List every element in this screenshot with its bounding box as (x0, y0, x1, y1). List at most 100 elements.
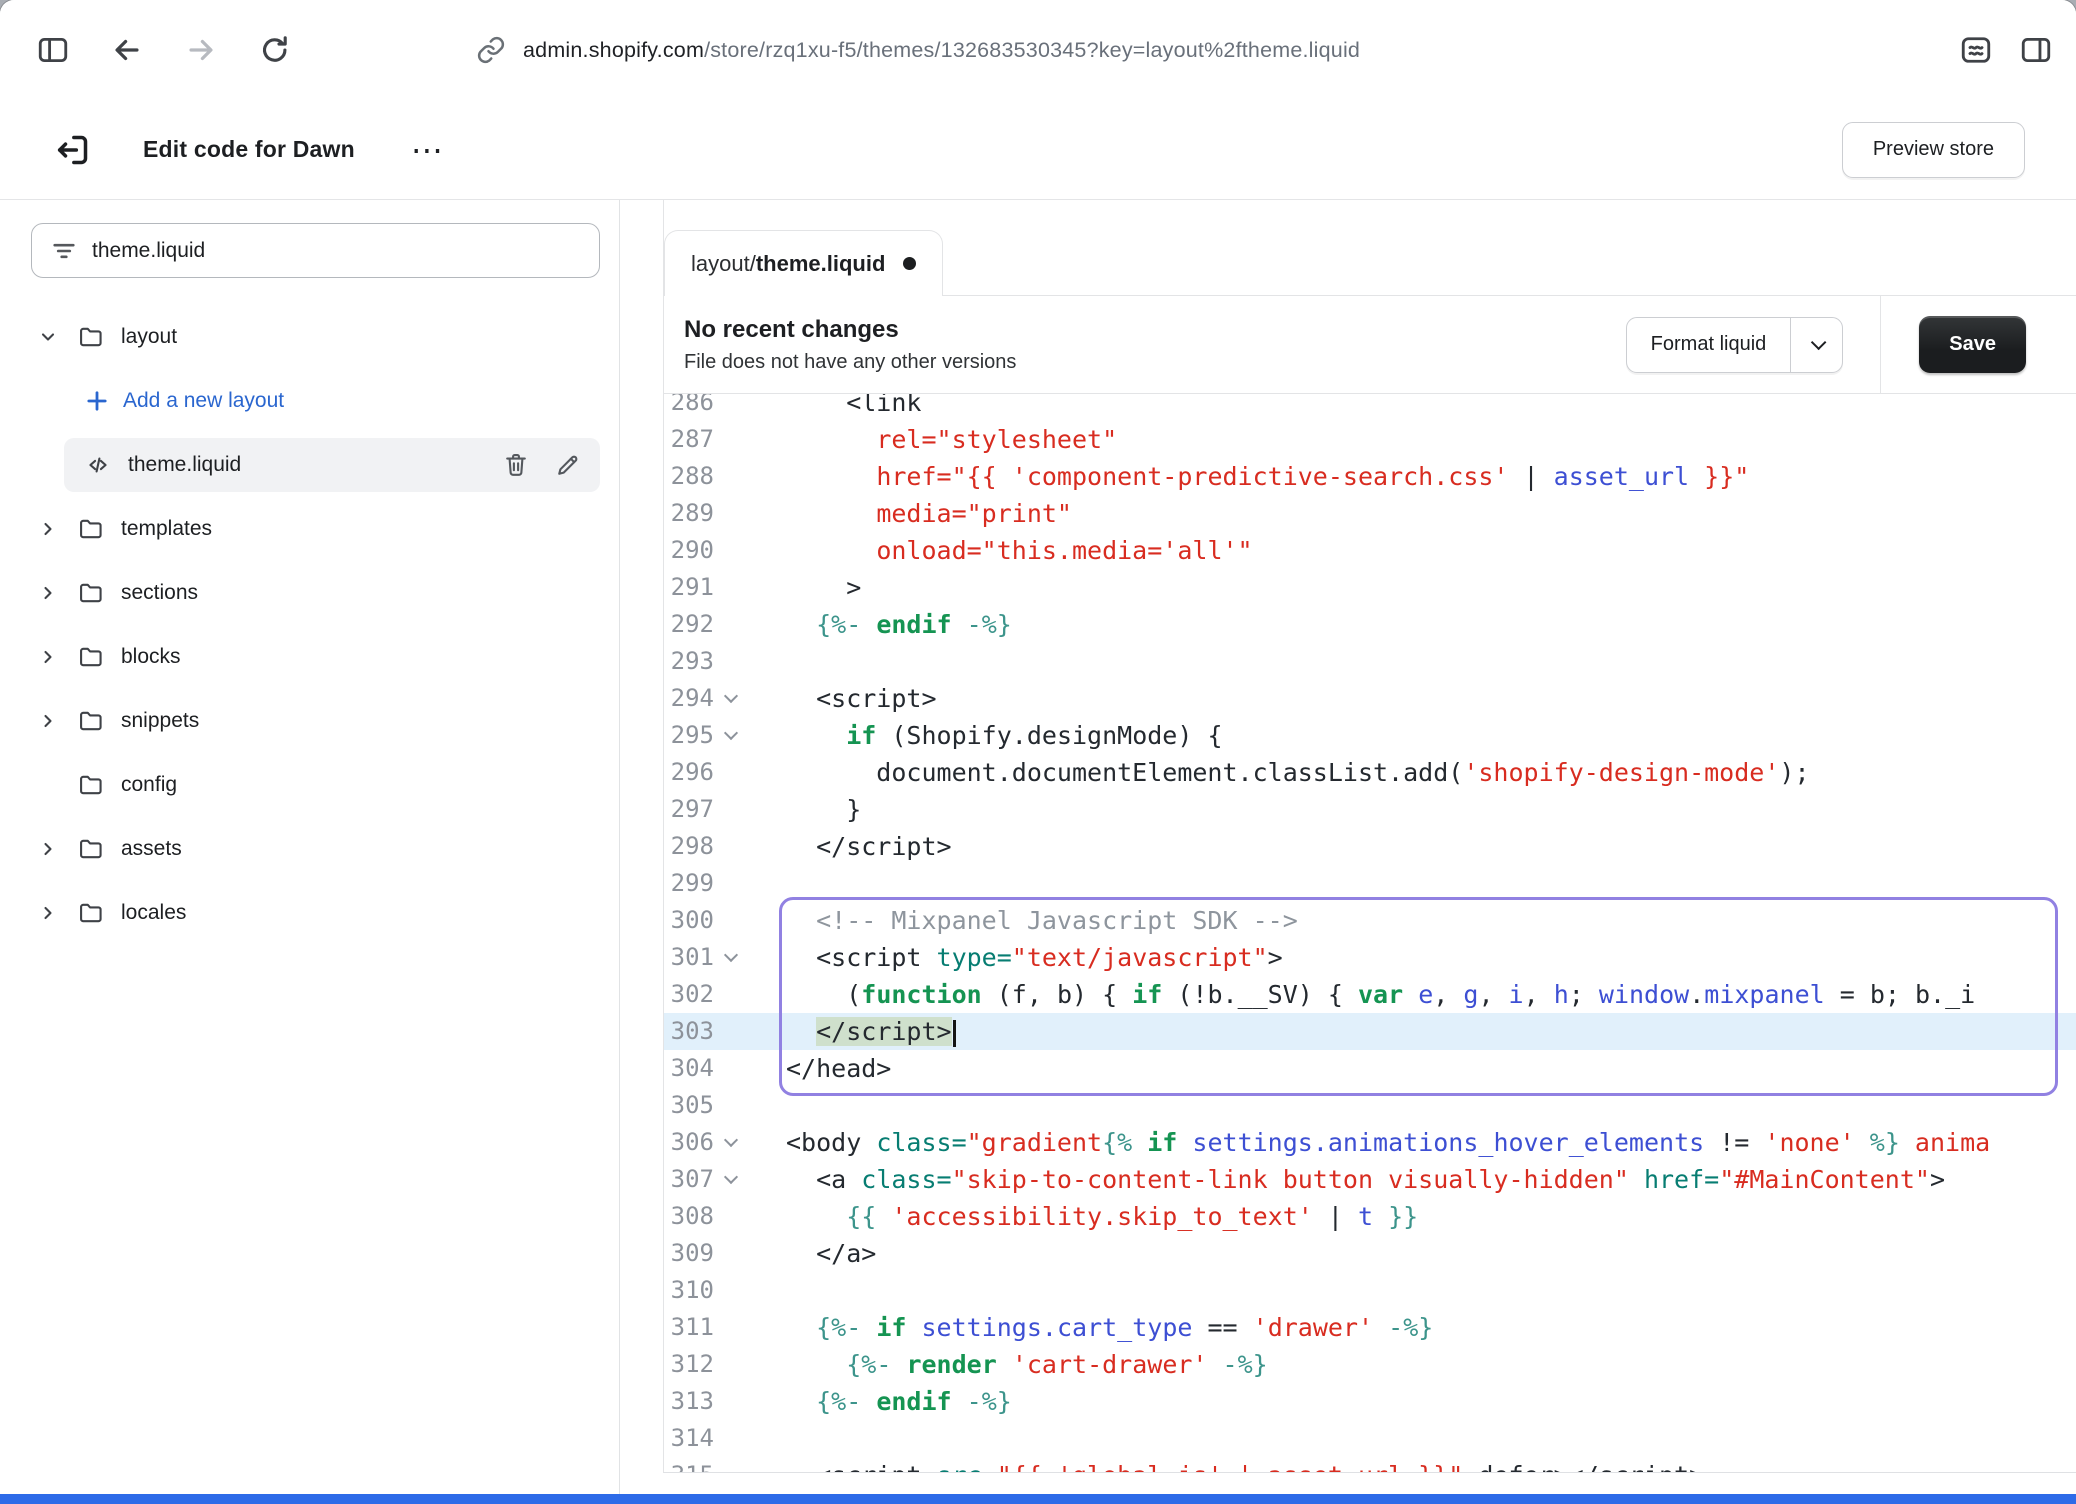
side-panel-icon[interactable] (2018, 32, 2054, 68)
sidebar-folder-snippets[interactable]: snippets (31, 694, 600, 748)
fold-gutter[interactable] (714, 1420, 786, 1457)
fold-gutter[interactable] (714, 865, 786, 902)
fold-gutter[interactable] (714, 1087, 786, 1124)
code-line[interactable]: 314 (664, 1420, 2076, 1457)
code-line[interactable]: 291 > (664, 569, 2076, 606)
fold-gutter[interactable] (714, 1272, 786, 1309)
code-line[interactable]: 309 </a> (664, 1235, 2076, 1272)
fold-gutter[interactable] (714, 1198, 786, 1235)
fold-gutter[interactable] (714, 1346, 786, 1383)
fold-gutter[interactable] (714, 939, 786, 976)
sidebar-folder-layout[interactable]: layout (31, 310, 600, 364)
extensions-icon[interactable] (1958, 32, 1994, 68)
fold-gutter[interactable] (714, 495, 786, 532)
code-line[interactable]: 294 <script> (664, 680, 2076, 717)
fold-gutter[interactable] (714, 680, 786, 717)
code-line[interactable]: 290 onload="this.media='all'" (664, 532, 2076, 569)
fold-gutter[interactable] (714, 976, 786, 1013)
chevron-down-icon[interactable] (36, 325, 60, 349)
sidebar-folder-blocks[interactable]: blocks (31, 630, 600, 684)
code-line[interactable]: 307 <a class="skip-to-content-link butto… (664, 1161, 2076, 1198)
format-liquid-button[interactable]: Format liquid (1626, 317, 1844, 373)
code-line[interactable]: 292 {%- endif -%} (664, 606, 2076, 643)
fold-gutter[interactable] (714, 394, 786, 421)
fold-gutter[interactable] (714, 791, 786, 828)
chevron-right-icon[interactable] (36, 901, 60, 925)
fold-gutter[interactable] (714, 1235, 786, 1272)
reload-icon[interactable] (257, 32, 293, 68)
add-layout-button[interactable]: Add a new layout (31, 374, 600, 428)
code-line[interactable]: 289 media="print" (664, 495, 2076, 532)
chevron-right-icon[interactable] (36, 837, 60, 861)
code-line[interactable]: 300 <!-- Mixpanel Javascript SDK --> (664, 902, 2076, 939)
fold-gutter[interactable] (714, 1457, 786, 1472)
sidebar-folder-locales[interactable]: locales (31, 886, 600, 940)
sidebar-folder-sections[interactable]: sections (31, 566, 600, 620)
fold-gutter[interactable] (714, 717, 786, 754)
fold-gutter[interactable] (714, 458, 786, 495)
fold-gutter[interactable] (714, 1013, 786, 1050)
fold-gutter[interactable] (714, 532, 786, 569)
delete-file-icon[interactable] (502, 451, 530, 479)
save-button[interactable]: Save (1919, 316, 2026, 373)
fold-gutter[interactable] (714, 1124, 786, 1161)
fold-gutter[interactable] (714, 1161, 786, 1198)
code-line[interactable]: 310 (664, 1272, 2076, 1309)
fold-gutter[interactable] (714, 754, 786, 791)
sidebar-folder-assets[interactable]: assets (31, 822, 600, 876)
chevron-right-icon[interactable] (36, 709, 60, 733)
code-line[interactable]: 303 </script> (664, 1013, 2076, 1050)
back-icon[interactable] (109, 32, 145, 68)
fold-gutter[interactable] (714, 606, 786, 643)
code-line[interactable]: 297 } (664, 791, 2076, 828)
forward-icon[interactable] (183, 32, 219, 68)
chevron-right-icon[interactable] (36, 645, 60, 669)
fold-gutter[interactable] (714, 902, 786, 939)
rename-file-icon[interactable] (554, 451, 582, 479)
code-line[interactable]: 293 (664, 643, 2076, 680)
fold-gutter[interactable] (714, 643, 786, 680)
sidebar-folder-config[interactable]: config (31, 758, 600, 812)
code-line[interactable]: 302 (function (f, b) { if (!b.__SV) { va… (664, 976, 2076, 1013)
code-line[interactable]: 311 {%- if settings.cart_type == 'drawer… (664, 1309, 2076, 1346)
address-bar[interactable]: admin.shopify.com/store/rzq1xu-f5/themes… (473, 32, 1360, 68)
chevron-down-icon[interactable] (1790, 318, 1842, 372)
fold-chevron-icon (724, 689, 738, 703)
fold-gutter[interactable] (714, 1383, 786, 1420)
code-line[interactable]: 315 <script src="{{ 'global.js' | asset_… (664, 1457, 2076, 1472)
file-label: theme.liquid (128, 453, 241, 477)
fold-gutter[interactable] (714, 569, 786, 606)
fold-gutter[interactable] (714, 1309, 786, 1346)
code-line[interactable]: 286 <link (664, 394, 2076, 421)
code-line[interactable]: 288 href="{{ 'component-predictive-searc… (664, 458, 2076, 495)
sidebar-folder-templates[interactable]: templates (31, 502, 600, 556)
preview-store-button[interactable]: Preview store (1842, 122, 2025, 178)
exit-icon[interactable] (53, 130, 93, 170)
more-actions-icon[interactable]: ⋯ (403, 140, 451, 160)
code-line[interactable]: 308 {{ 'accessibility.skip_to_text' | t … (664, 1198, 2076, 1235)
code-line[interactable]: 295 if (Shopify.designMode) { (664, 717, 2076, 754)
code-line[interactable]: 298 </script> (664, 828, 2076, 865)
fold-gutter[interactable] (714, 828, 786, 865)
file-search-box[interactable] (31, 223, 600, 278)
code-line[interactable]: 296 document.documentElement.classList.a… (664, 754, 2076, 791)
file-search-input[interactable] (92, 239, 581, 263)
code-line[interactable]: 287 rel="stylesheet" (664, 421, 2076, 458)
tab-label: layout/theme.liquid (691, 251, 885, 277)
code-editor[interactable]: 286 <link 287 rel="stylesheet" 288 href=… (664, 394, 2076, 1472)
code-line[interactable]: 304 </head> (664, 1050, 2076, 1087)
sidebar-file-theme-liquid[interactable]: theme.liquid (64, 438, 600, 492)
code-line[interactable]: 312 {%- render 'cart-drawer' -%} (664, 1346, 2076, 1383)
code-line[interactable]: 306 <body class="gradient{% if settings.… (664, 1124, 2076, 1161)
code-line[interactable]: 301 <script type="text/javascript"> (664, 939, 2076, 976)
code-line[interactable]: 313 {%- endif -%} (664, 1383, 2076, 1420)
chevron-right-icon[interactable] (36, 517, 60, 541)
fold-gutter[interactable] (714, 421, 786, 458)
fold-gutter[interactable] (714, 1050, 786, 1087)
code-line[interactable]: 305 (664, 1087, 2076, 1124)
code-line[interactable]: 299 (664, 865, 2076, 902)
line-number: 314 (664, 1420, 714, 1457)
sidebar-toggle-icon[interactable] (35, 32, 71, 68)
tab-layout-theme-liquid[interactable]: layout/theme.liquid (664, 230, 943, 296)
chevron-right-icon[interactable] (36, 581, 60, 605)
